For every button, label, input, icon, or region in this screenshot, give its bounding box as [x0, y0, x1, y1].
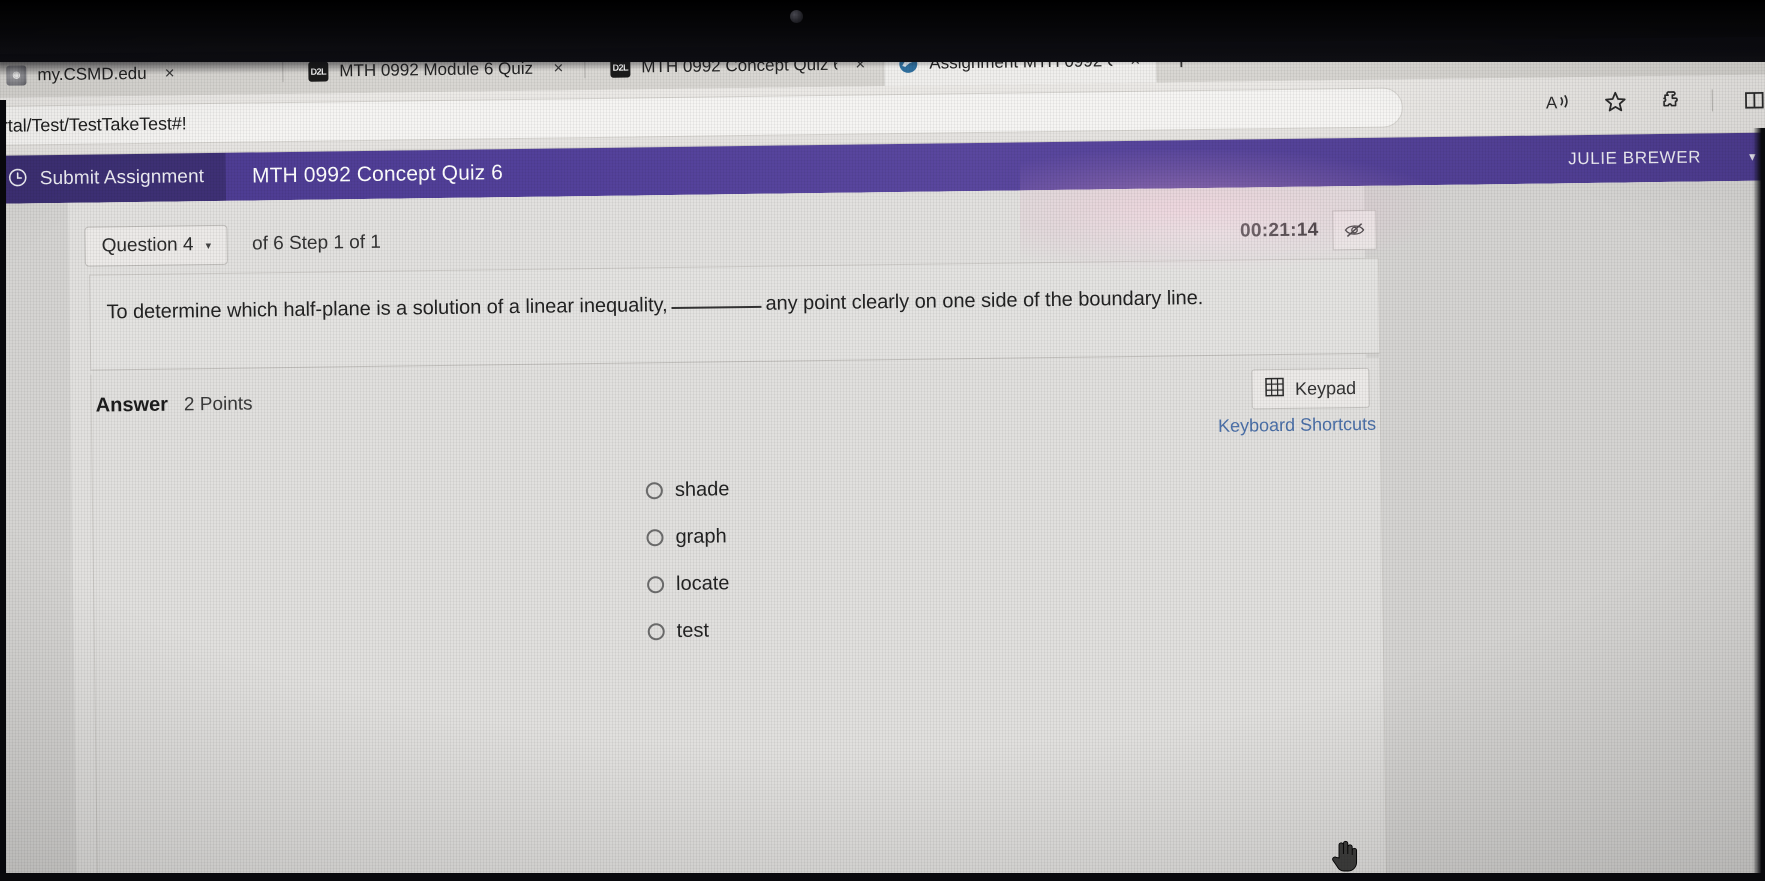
- read-aloud-icon[interactable]: A: [1544, 87, 1574, 117]
- quiz-body: Question 4 ▾ of 6 Step 1 of 1 00:21:14 T…: [0, 180, 1765, 881]
- browser-window: ◉ my.CSMD.edu × D2L MTH 0992 Module 6 Qu…: [0, 22, 1765, 881]
- answer-option-label: graph: [675, 525, 727, 548]
- timer-value: 00:21:14: [1239, 219, 1319, 242]
- address-bar[interactable]: ortal/Test/TestTakeTest#!: [0, 87, 1404, 147]
- answer-option-label: test: [676, 619, 710, 642]
- answer-option-label: shade: [674, 478, 730, 501]
- submit-assignment-button[interactable]: Submit Assignment: [0, 152, 227, 204]
- eye-slash-icon[interactable]: [1332, 209, 1377, 251]
- answer-options: shade graph locate test: [93, 458, 1385, 663]
- webcam-dot: [790, 10, 803, 23]
- left-gutter: [0, 202, 78, 881]
- answer-blank: [671, 305, 762, 309]
- monitor-bezel-top: [0, 0, 1765, 62]
- question-text: To determine which half-plane is a solut…: [106, 287, 1203, 324]
- answer-points: 2 Points: [183, 393, 253, 416]
- submit-assignment-label: Submit Assignment: [39, 166, 205, 190]
- url-text: ortal/Test/TestTakeTest#!: [0, 112, 187, 136]
- answer-option-label: locate: [675, 572, 730, 595]
- svg-text:A: A: [1546, 93, 1558, 112]
- monitor-bezel-bottom: [0, 873, 1765, 881]
- radio-button[interactable]: [647, 623, 665, 641]
- question-selector-label: Question 4: [101, 234, 194, 257]
- browser-toolbar-icons: A: [1544, 85, 1765, 118]
- quiz-title: MTH 0992 Concept Quiz 6: [251, 161, 504, 188]
- extensions-puzzle-icon[interactable]: [1656, 86, 1686, 116]
- user-menu[interactable]: JULIE BREWER ▾: [1568, 133, 1756, 183]
- monitor-bezel-left: [0, 100, 6, 881]
- mouse-cursor-hand-icon: [1330, 838, 1358, 872]
- split-screen-icon[interactable]: [1739, 85, 1765, 115]
- question-card: To determine which half-plane is a solut…: [89, 257, 1381, 371]
- favorites-star-icon[interactable]: [1600, 86, 1630, 116]
- radio-button[interactable]: [646, 529, 664, 547]
- user-name: JULIE BREWER: [1568, 147, 1702, 169]
- keypad-button[interactable]: Keypad: [1251, 367, 1370, 410]
- question-selector[interactable]: Question 4 ▾: [84, 224, 229, 267]
- photo-of-screen: ◉ my.CSMD.edu × D2L MTH 0992 Module 6 Qu…: [0, 0, 1765, 881]
- radio-button[interactable]: [645, 482, 663, 500]
- chevron-down-icon: ▾: [205, 239, 212, 252]
- timer-group: 00:21:14: [1239, 209, 1377, 252]
- monitor-bezel-right: [1753, 128, 1765, 881]
- clock-upload-icon: [8, 167, 28, 192]
- radio-button[interactable]: [646, 576, 665, 594]
- right-gutter: [1363, 180, 1765, 881]
- question-text-after: any point clearly on one side of the bou…: [765, 287, 1204, 315]
- keyboard-shortcuts-link[interactable]: Keyboard Shortcuts: [1218, 414, 1376, 437]
- answer-header: Answer 2 Points: [96, 392, 253, 417]
- question-step-text: of 6 Step 1 of 1: [251, 231, 382, 255]
- keypad-label: Keypad: [1294, 377, 1357, 399]
- grid-keypad-icon: [1265, 376, 1285, 401]
- answer-section: Answer 2 Points Keypad Keyboard Shortcut…: [90, 357, 1388, 881]
- toolbar-divider: [1711, 89, 1714, 112]
- question-text-before: To determine which half-plane is a solut…: [106, 294, 668, 324]
- answer-label: Answer: [95, 393, 169, 417]
